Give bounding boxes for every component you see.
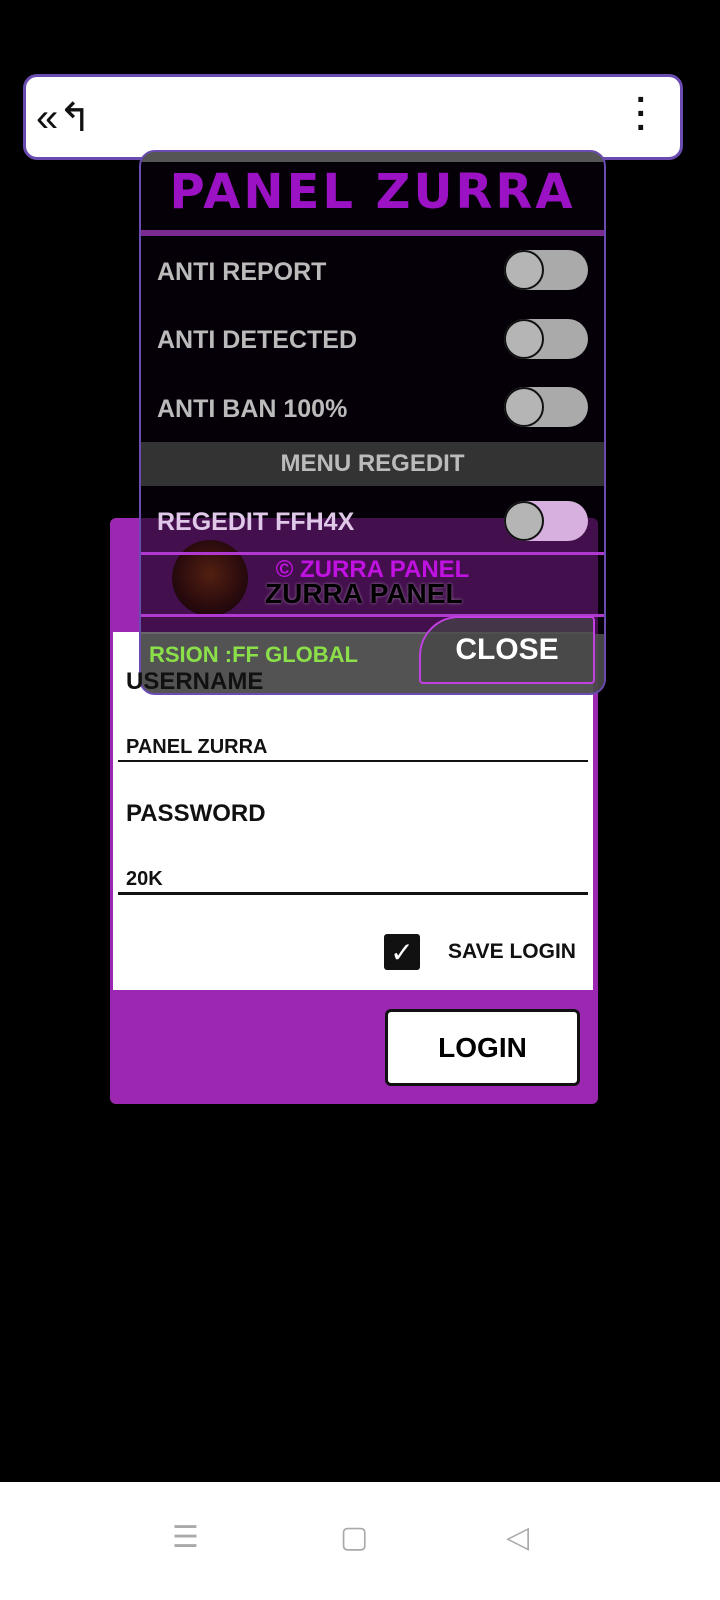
- home-icon[interactable]: ▢: [340, 1520, 368, 1555]
- save-login-label: SAVE LOGIN: [448, 940, 576, 963]
- title-divider: [141, 230, 604, 236]
- password-input[interactable]: 20K: [126, 868, 163, 891]
- menu-icon[interactable]: ☰: [172, 1520, 199, 1555]
- overlay-header-strip: [141, 152, 604, 162]
- password-underline: [118, 892, 588, 895]
- toggle-label: ANTI REPORT: [157, 258, 327, 286]
- login-title: ZURRA PANEL: [265, 578, 463, 609]
- back-icon[interactable]: ◁: [506, 1520, 529, 1555]
- more-vert-icon[interactable]: · · ·: [636, 83, 647, 145]
- anti-detected-toggle[interactable]: [504, 319, 588, 359]
- close-button[interactable]: CLOSE: [419, 616, 595, 684]
- section-header: MENU REGEDIT: [141, 442, 604, 486]
- username-input[interactable]: PANEL ZURRA: [126, 736, 267, 759]
- login-button[interactable]: LOGIN: [385, 1009, 580, 1086]
- toggle-label: ANTI DETECTED: [157, 326, 357, 354]
- anti-report-toggle[interactable]: [504, 250, 588, 290]
- regedit-toggle[interactable]: [504, 501, 588, 541]
- username-underline: [118, 760, 588, 762]
- save-login-checkbox[interactable]: ✓: [384, 934, 420, 970]
- version-text: RSION :FF GLOBAL: [149, 642, 358, 667]
- toggle-label: ANTI BAN 100%: [157, 395, 348, 423]
- divider: [141, 552, 604, 555]
- password-label: PASSWORD: [126, 800, 266, 827]
- anti-ban-toggle[interactable]: [504, 387, 588, 427]
- overlay-title: PANEL ZURRA: [169, 164, 576, 220]
- mod-menu-overlay: PANEL ZURRA ANTI REPORT ANTI DETECTED AN…: [139, 150, 606, 695]
- system-nav-bar: ☰ ▢ ◁: [0, 1482, 720, 1600]
- toggle-label: REGEDIT FFH4X: [157, 508, 355, 536]
- username-label: USERNAME: [126, 668, 264, 695]
- top-bar: «↰ · · ·: [23, 74, 683, 160]
- reply-all-icon[interactable]: «↰: [36, 95, 92, 141]
